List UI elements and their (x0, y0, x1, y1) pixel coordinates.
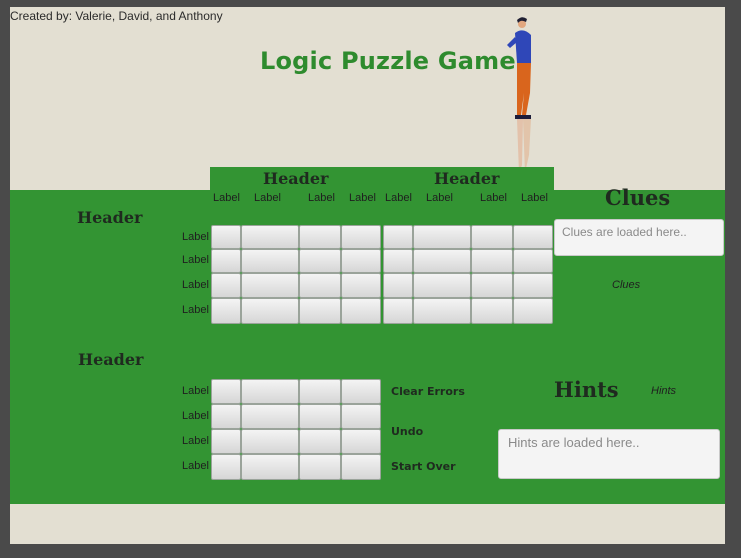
grid-cell[interactable] (241, 225, 299, 249)
app-canvas: Created by: Valerie, David, and Anthony … (10, 7, 725, 544)
grid-cell[interactable] (341, 273, 381, 298)
grid-cell[interactable] (241, 273, 299, 298)
grid-cell[interactable] (383, 273, 413, 298)
col-label: Label (385, 192, 412, 204)
grid-cell[interactable] (241, 298, 299, 324)
grid-cell[interactable] (299, 273, 341, 298)
hints-title: Hints (554, 377, 619, 402)
person-illustration (507, 17, 531, 173)
grid-cell[interactable] (341, 404, 381, 429)
start-over-button[interactable]: Start Over (391, 460, 456, 473)
col-label: Label (480, 192, 507, 204)
grid-cell[interactable] (299, 429, 341, 454)
hints-textarea[interactable]: Hints are loaded here.. (498, 429, 720, 479)
grid-cell[interactable] (211, 379, 241, 404)
grid-cell[interactable] (341, 429, 381, 454)
grid-header-right: Header (434, 169, 500, 188)
grid-cell[interactable] (211, 298, 241, 324)
grid-cell[interactable] (241, 454, 299, 480)
grid-cell[interactable] (341, 225, 381, 249)
clues-textarea[interactable]: Clues are loaded here.. (554, 219, 724, 256)
grid-cell[interactable] (383, 225, 413, 249)
grid-cell[interactable] (299, 249, 341, 273)
grid-cell[interactable] (241, 249, 299, 273)
grid-cell[interactable] (211, 225, 241, 249)
grid-cell[interactable] (513, 225, 553, 249)
undo-button[interactable]: Undo (391, 425, 423, 438)
clues-label: Clues (612, 279, 641, 291)
col-label: Label (521, 192, 548, 204)
grid-cell[interactable] (383, 249, 413, 273)
grid-cell[interactable] (211, 273, 241, 298)
row-label: Label (182, 435, 209, 447)
clues-placeholder: Clues are loaded here.. (562, 225, 687, 239)
grid-cell[interactable] (241, 379, 299, 404)
row-label: Label (182, 254, 209, 266)
grid-cell[interactable] (413, 273, 471, 298)
row-label: Label (182, 410, 209, 422)
col-label: Label (213, 192, 240, 204)
row-label: Label (182, 385, 209, 397)
row-label: Label (182, 279, 209, 291)
grid-cell[interactable] (413, 225, 471, 249)
grid-cell[interactable] (471, 298, 513, 324)
col-label: Label (426, 192, 453, 204)
grid-cell[interactable] (471, 225, 513, 249)
grid-cell[interactable] (299, 379, 341, 404)
grid-cell[interactable] (299, 454, 341, 480)
grid-cell[interactable] (513, 249, 553, 273)
grid-cell[interactable] (211, 249, 241, 273)
grid-cell[interactable] (413, 249, 471, 273)
clues-title: Clues (605, 185, 671, 210)
side-header-top: Header (77, 208, 143, 227)
grid-cell[interactable] (341, 298, 381, 324)
col-label: Label (308, 192, 335, 204)
row-label: Label (182, 460, 209, 472)
credit-text: Created by: Valerie, David, and Anthony (10, 9, 223, 23)
grid-cell[interactable] (341, 379, 381, 404)
grid-cell[interactable] (241, 404, 299, 429)
grid-cell[interactable] (471, 249, 513, 273)
grid-cell[interactable] (299, 225, 341, 249)
clear-errors-button[interactable]: Clear Errors (391, 385, 465, 398)
row-label: Label (182, 304, 209, 316)
grid-cell[interactable] (513, 298, 553, 324)
col-label: Label (254, 192, 281, 204)
grid-cell[interactable] (341, 249, 381, 273)
col-label: Label (349, 192, 376, 204)
grid-cell[interactable] (413, 298, 471, 324)
grid-cell[interactable] (299, 404, 341, 429)
grid-cell[interactable] (383, 298, 413, 324)
grid-cell[interactable] (299, 298, 341, 324)
grid-header-left: Header (263, 169, 329, 188)
grid-cell[interactable] (211, 404, 241, 429)
grid-cell[interactable] (513, 273, 553, 298)
grid-cell[interactable] (211, 429, 241, 454)
hints-label: Hints (651, 385, 677, 397)
grid-cell[interactable] (341, 454, 381, 480)
row-label: Label (182, 231, 209, 243)
top-header-band (210, 167, 554, 191)
page-title: Logic Puzzle Game (260, 47, 516, 75)
side-header-bottom: Header (78, 350, 144, 369)
grid-cell[interactable] (211, 454, 241, 480)
hints-placeholder: Hints are loaded here.. (508, 435, 640, 450)
grid-cell[interactable] (241, 429, 299, 454)
grid-cell[interactable] (471, 273, 513, 298)
